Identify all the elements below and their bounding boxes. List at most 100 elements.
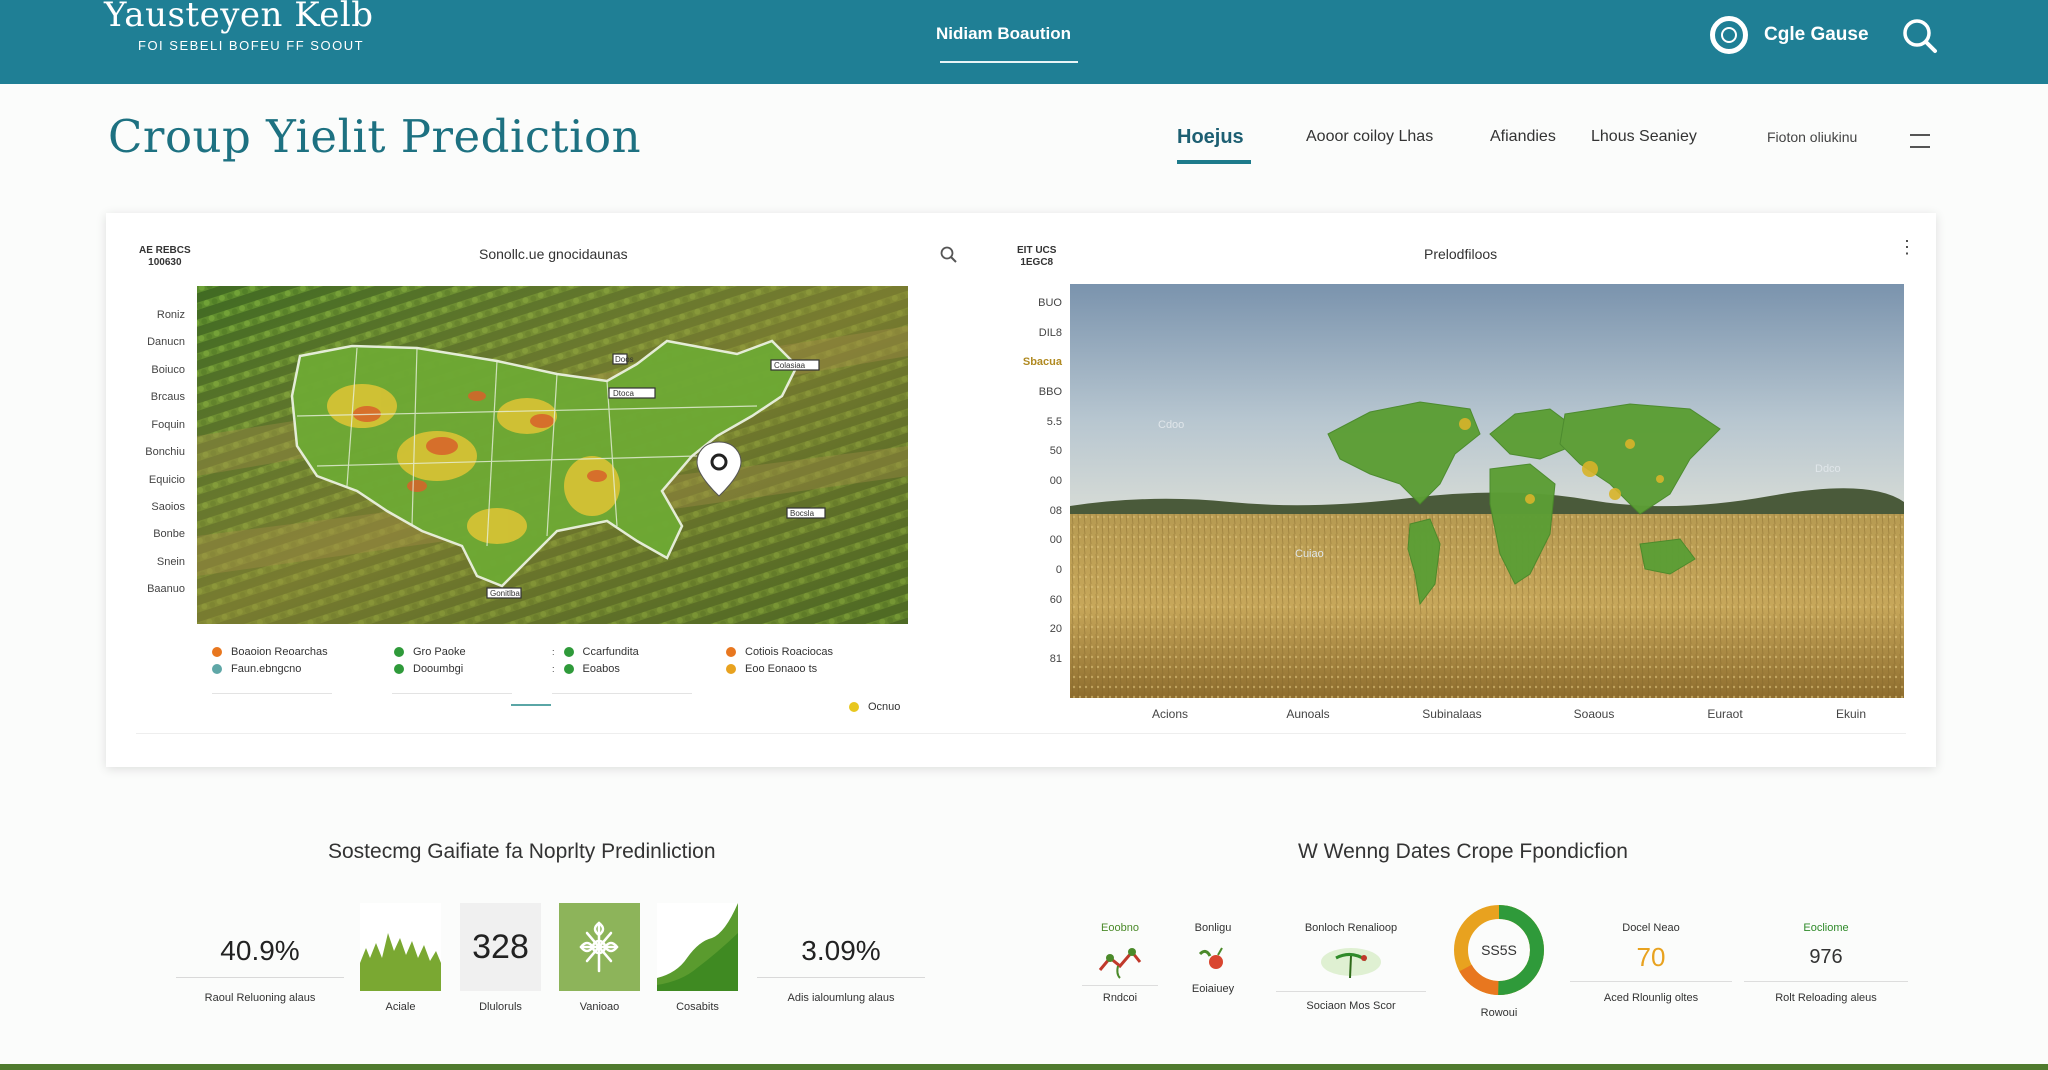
legend-item[interactable]: Eoo Eonaoo ts (726, 663, 817, 675)
legend-divider (212, 693, 332, 694)
left-panel-corner-label: AE REBCS 100630 (139, 245, 191, 269)
prediction-item[interactable]: Eocliome 976 Rolt Reloading aleus (1744, 922, 1908, 1004)
y-label: 50 (1049, 445, 1062, 457)
dot-icon (212, 664, 222, 674)
legend-label: Eoabos (582, 663, 620, 675)
item-caption: Eoiaiuey (1191, 983, 1235, 995)
legend-item[interactable]: : Eoabos (552, 663, 620, 675)
y-label: Roniz (156, 309, 185, 321)
account-name[interactable]: Cgle Gause (1764, 24, 1869, 46)
map-marker-label: Colasiaa (774, 361, 806, 370)
secondary-link[interactable]: Fioton oliukinu (1767, 129, 1857, 145)
dot-icon (563, 647, 574, 657)
dot-icon (394, 664, 404, 674)
tab-aooor-coiloy-lhas[interactable]: Aooor coiloy Lhas (1306, 128, 1433, 146)
y-label: Saoios (151, 501, 185, 513)
legend-item[interactable]: : Ccarfundita (552, 646, 639, 658)
legend-item[interactable]: Ocnuo (849, 701, 900, 713)
account-menu[interactable]: Cgle Gause (1710, 16, 1869, 54)
tile-green-chart[interactable] (360, 903, 441, 991)
kpi-divider (757, 977, 925, 978)
y-label: 08 (1049, 505, 1062, 517)
us-yield-map[interactable]: Dtoca Colasiaa Bocsla Gonitlba Doos (197, 286, 908, 624)
tile-label: Aciale (385, 1001, 416, 1013)
legend-item[interactable]: Gro Paoke (394, 646, 466, 658)
legend-label: Faun.ebngcno (231, 663, 302, 675)
prediction-item[interactable]: Docel Neao 70 Aced Rlounlig oltes (1570, 922, 1732, 1004)
dot-icon (563, 664, 574, 674)
y-label: DIL8 (1038, 327, 1062, 339)
footer-bar (0, 1064, 2048, 1070)
y-label: 60 (1049, 594, 1062, 606)
kpi-card[interactable]: 3.09% Adis ialoumlung alaus (757, 935, 925, 1004)
prediction-item[interactable]: Eoobno Rndcoi (1082, 922, 1158, 1004)
x-label: Soaous (1573, 707, 1615, 721)
item-value: 70 (1636, 942, 1666, 972)
map-label: Cuiao (1295, 548, 1324, 560)
kpi-card[interactable]: 40.9% Raoul Reluoning alaus (176, 935, 344, 1004)
legend-label: Ocnuo (868, 701, 901, 713)
kpi-divider (176, 977, 344, 978)
tile-count[interactable]: 328 (460, 903, 541, 991)
dot-icon (394, 647, 404, 657)
map-marker-label: Bocsla (790, 509, 815, 518)
item-label: Docel Neao (1622, 922, 1680, 934)
item-label: Bonligu (1194, 922, 1232, 934)
top-nav-link[interactable]: Nidiam Boaution (936, 24, 1071, 44)
brand-name[interactable]: Yausteyen Kelb (104, 0, 374, 32)
dot-icon (212, 647, 222, 657)
item-divider (1570, 981, 1732, 982)
tile-plant-icon[interactable] (559, 903, 640, 991)
map-marker-label: Gonitlba (490, 589, 520, 598)
more-options-icon[interactable]: ⋮ (1898, 238, 1916, 256)
legend-item[interactable]: Cotiois Roaciocas (726, 646, 833, 658)
item-label-text: Bonloch Renalioop (1304, 922, 1398, 934)
legend-divider (552, 693, 692, 694)
kpi-value: 40.9% (220, 935, 300, 966)
left-panel-title: Sonollc.ue gnocidaunas (479, 246, 628, 262)
y-label: 0 (1055, 564, 1062, 576)
right-panel-title: Prelodfiloos (1424, 246, 1498, 262)
kpi-label: Raoul Reluoning alaus (204, 992, 316, 1004)
x-label: Subinalaas (1422, 707, 1482, 721)
item-value: 976 (1809, 946, 1843, 968)
brand[interactable]: Yausteyen Kelb FOI SEBELI BOFEU FF SOOUT (104, 0, 374, 53)
legend-item[interactable]: Boaoion Reoarchas (212, 646, 328, 658)
legend-item[interactable]: Dooumbgi (394, 663, 463, 675)
donut-center-label: SS5S (1481, 942, 1517, 958)
search-icon[interactable] (940, 246, 958, 264)
x-label: Acions (1151, 707, 1189, 721)
y-label: Snein (156, 556, 185, 568)
world-yield-map[interactable]: Cdoo Ddco Cuiao (1070, 284, 1904, 698)
menu-icon[interactable] (1910, 134, 1930, 148)
right-panel-corner-label: EIT UCS 1EGC8 (1017, 245, 1056, 269)
tab-afiandies[interactable]: Afiandies (1490, 128, 1556, 146)
dot-icon (849, 702, 859, 712)
x-label: Euraot (1707, 707, 1743, 721)
tile-area-chart[interactable] (657, 903, 738, 991)
legend-label: Boaoion Reoarchas (231, 646, 328, 658)
pager-indicator[interactable] (511, 704, 551, 706)
y-label: 5.5 (1046, 416, 1062, 428)
user-circle-icon[interactable] (1710, 16, 1748, 54)
legend-item[interactable]: Faun.ebngcno (212, 663, 301, 675)
y-label: Equicio (148, 474, 185, 486)
prediction-item[interactable]: Bonligu Eoiaiuey (1176, 922, 1250, 995)
x-label: Aunoals (1286, 707, 1330, 721)
tab-hoejus[interactable]: Hoejus (1177, 126, 1244, 149)
leaf-cluster-icon (1321, 948, 1381, 979)
x-label: Ekuin (1835, 707, 1867, 721)
legend-label: Cotiois Roaciocas (745, 646, 834, 658)
plant-sprout-icon (1098, 948, 1142, 979)
search-icon[interactable] (1900, 16, 1940, 56)
y-label: Bonbe (153, 528, 185, 540)
map-label: Ddco (1815, 463, 1841, 475)
tab-lhous-seaniey[interactable]: Lhous Seaniey (1591, 128, 1697, 146)
prediction-donut[interactable]: SS5S Rowoui (1448, 902, 1550, 1019)
corner-line-1: AE REBCS (139, 245, 191, 256)
prediction-item[interactable]: Bonloch Renalioop Sociaon Mos Scor (1276, 922, 1426, 1012)
section-nav: Hoejus Aooor coiloy Lhas Afiandies Lhous… (0, 126, 2048, 168)
y-label: Bonchiu (145, 446, 185, 458)
y-label: BUO (1038, 297, 1062, 309)
top-nav-underline (940, 61, 1078, 63)
